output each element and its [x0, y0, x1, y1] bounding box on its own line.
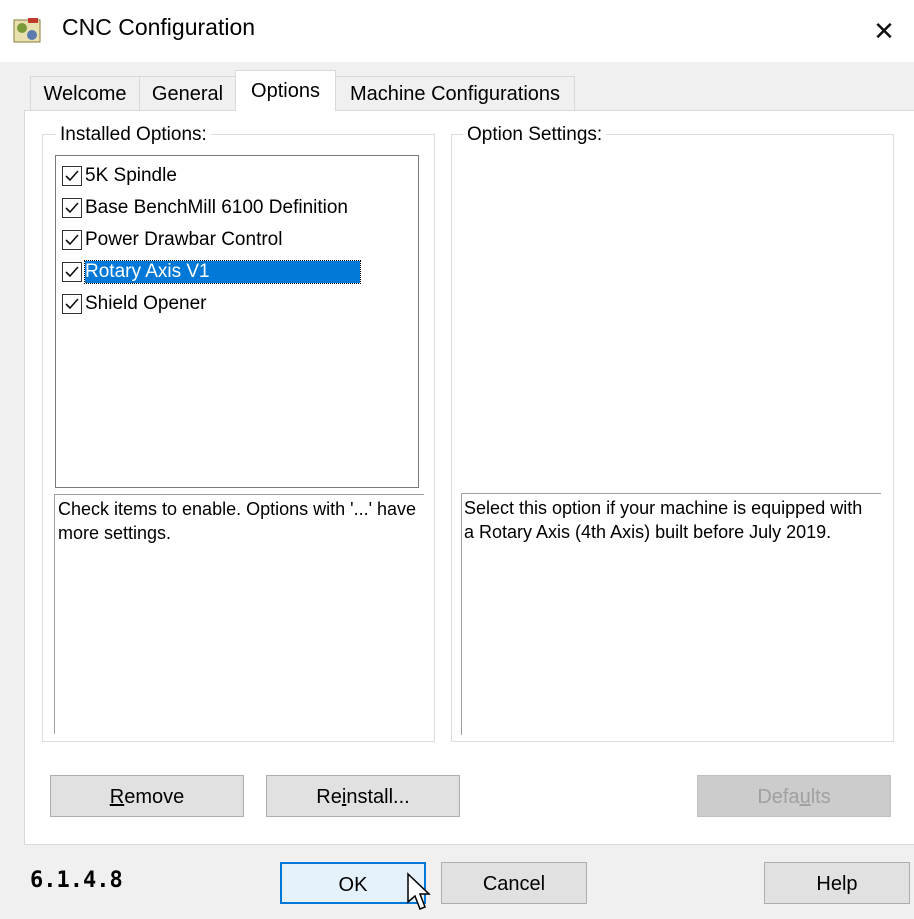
version-label: 6.1.4.8 — [30, 868, 123, 893]
defaults-label-accel: u — [799, 786, 811, 808]
help-button[interactable]: Help — [764, 862, 910, 904]
tab-machine-configurations[interactable]: Machine Configurations — [335, 76, 575, 110]
installed-options-label: Installed Options: — [56, 124, 211, 146]
defaults-button[interactable]: Defaults — [697, 775, 891, 817]
check-icon — [65, 266, 79, 278]
installed-options-help: Check items to enable. Options with '...… — [54, 494, 424, 734]
reinstall-label-post: nstall... — [346, 786, 410, 808]
check-icon — [65, 234, 79, 246]
desc-top-border — [461, 493, 881, 494]
remove-button[interactable]: Remove — [50, 775, 244, 817]
option-settings-description: Select this option if your machine is eq… — [461, 493, 881, 735]
list-item-label: Base BenchMill 6100 Definition — [85, 197, 348, 218]
cnc-app-icon — [13, 18, 41, 43]
list-item-label: Power Drawbar Control — [85, 229, 283, 250]
description-text: Select this option if your machine is eq… — [464, 498, 863, 542]
defaults-label-pre: Defa — [757, 786, 800, 808]
checkbox[interactable] — [62, 230, 82, 250]
window-title: CNC Configuration — [62, 14, 256, 40]
list-item[interactable]: 5K Spindle — [62, 161, 177, 191]
installed-options-list[interactable]: 5K Spindle Base BenchMill 6100 Definitio… — [55, 155, 419, 488]
cancel-button[interactable]: Cancel — [441, 862, 587, 904]
tab-options[interactable]: Options — [235, 70, 336, 111]
dialog-window: CNC Configuration ✕ Welcome General Opti… — [0, 0, 914, 919]
desc-left-border — [461, 493, 462, 735]
checkbox[interactable] — [62, 262, 82, 282]
tab-welcome[interactable]: Welcome — [30, 76, 140, 110]
reinstall-label-pre: Re — [316, 786, 342, 808]
list-item-label: 5K Spindle — [85, 165, 177, 186]
list-item[interactable]: Shield Opener — [62, 289, 206, 319]
checkbox[interactable] — [62, 294, 82, 314]
remove-label-post: emove — [124, 786, 185, 808]
help-left-border — [54, 494, 55, 734]
help-top-border — [54, 494, 424, 495]
check-icon — [65, 170, 79, 182]
checkbox[interactable] — [62, 166, 82, 186]
close-icon[interactable]: ✕ — [854, 0, 914, 62]
list-item-selected[interactable]: Rotary Axis V1 — [62, 257, 361, 287]
check-icon — [65, 298, 79, 310]
help-text: Check items to enable. Options with '...… — [58, 499, 417, 543]
list-item[interactable]: Power Drawbar Control — [62, 225, 282, 255]
list-item[interactable]: Base BenchMill 6100 Definition — [62, 193, 348, 223]
title-bar[interactable]: CNC Configuration ✕ — [0, 0, 914, 62]
reinstall-button[interactable]: Reinstall... — [266, 775, 460, 817]
list-item-label: Rotary Axis V1 — [84, 260, 361, 284]
remove-label-accel: R — [109, 786, 125, 808]
tab-general[interactable]: General — [139, 76, 236, 110]
mouse-cursor-icon — [407, 872, 431, 910]
check-icon — [65, 202, 79, 214]
list-item-label: Shield Opener — [85, 293, 207, 314]
defaults-label-post: lts — [810, 786, 831, 808]
checkbox[interactable] — [62, 198, 82, 218]
option-settings-label: Option Settings: — [463, 124, 607, 146]
